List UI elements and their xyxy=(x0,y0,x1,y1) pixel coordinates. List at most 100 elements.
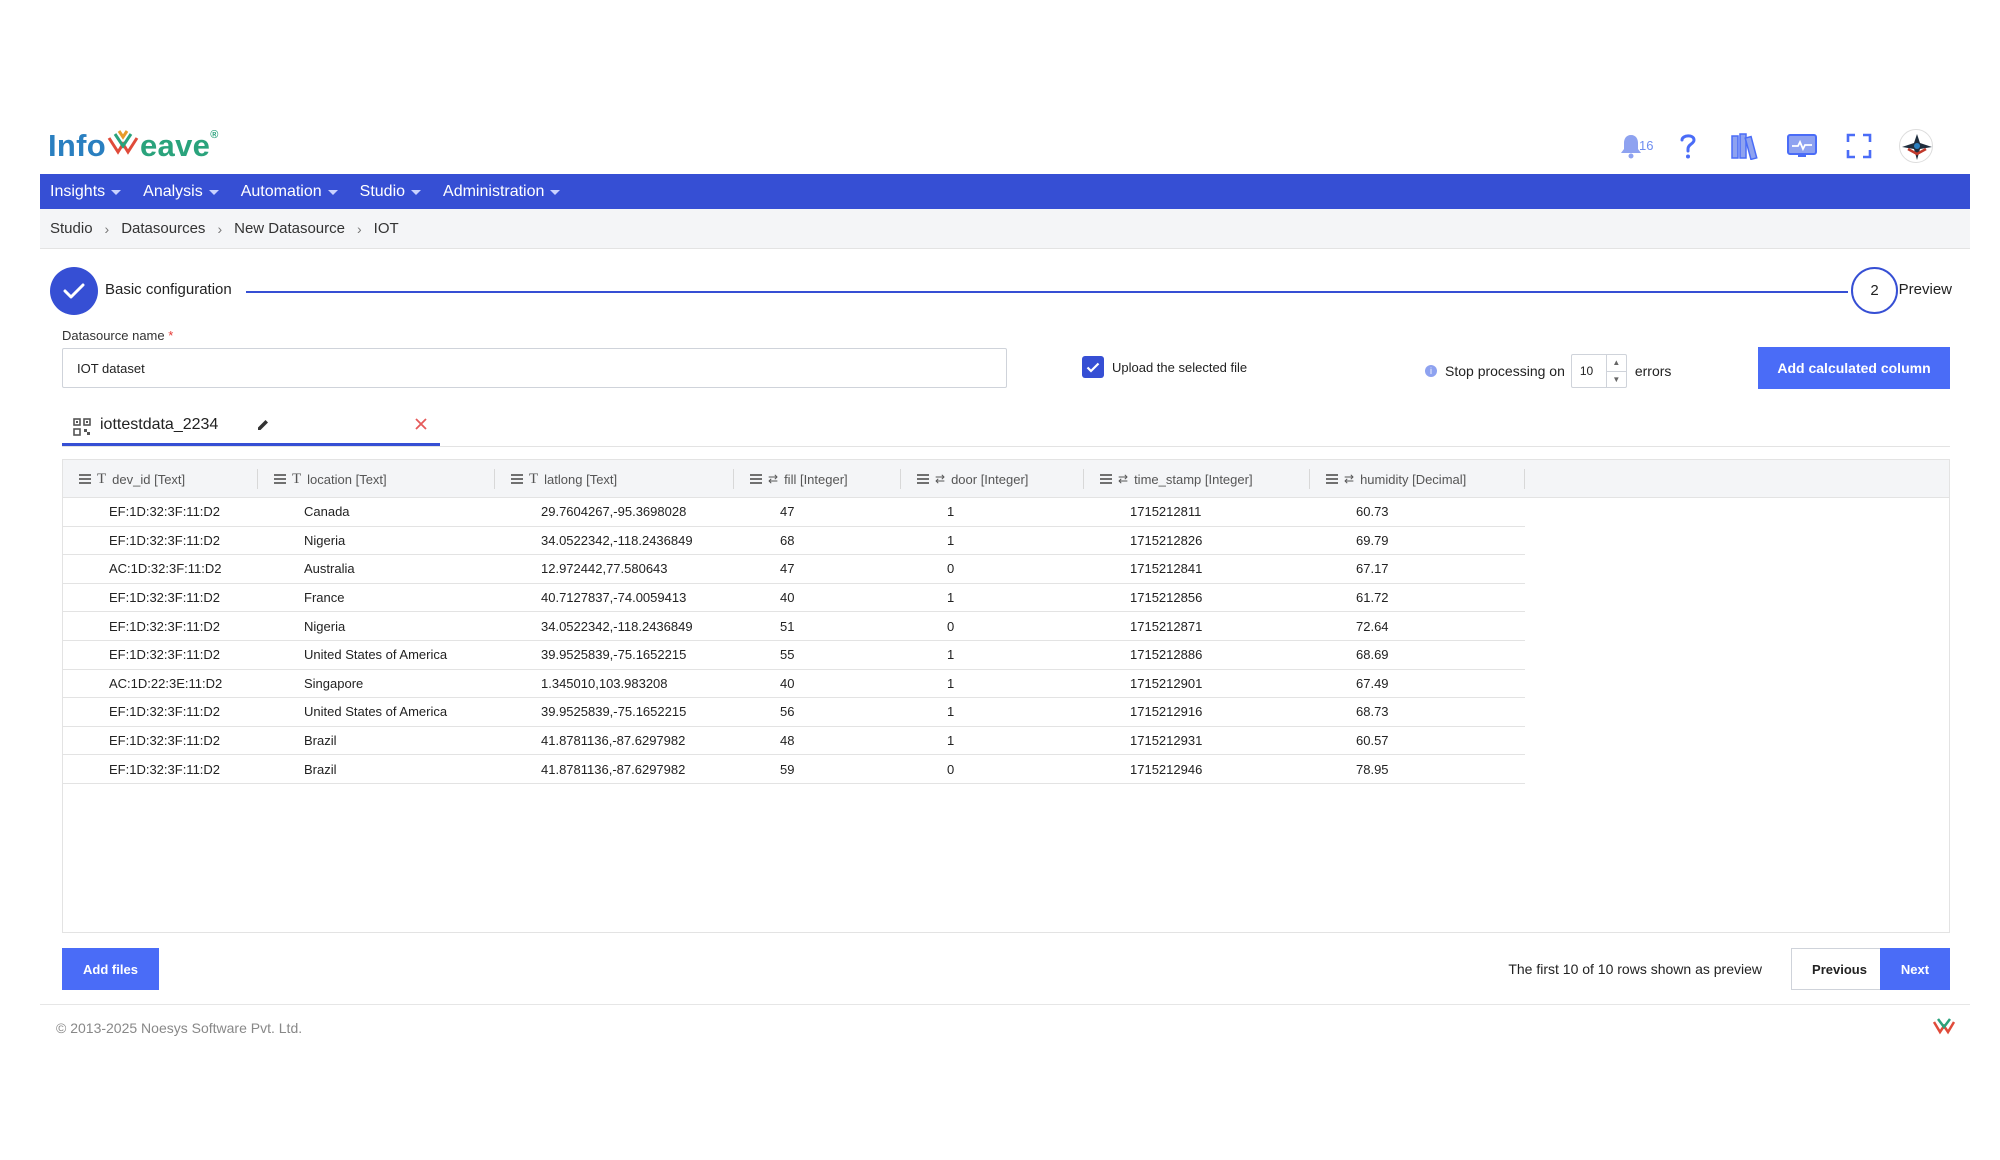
help-icon xyxy=(1680,134,1696,159)
table-cell: 47 xyxy=(780,504,795,520)
table-row[interactable]: EF:1D:32:3F:11:D2 Canada 29.7604267,-95.36… xyxy=(63,498,1525,527)
nav-label: Insights xyxy=(50,182,106,200)
table-row[interactable]: AC:1D:22:3E:11:D2 Singapore 1.345010,103.9… xyxy=(63,670,1525,699)
step1-complete-indicator[interactable] xyxy=(50,267,98,315)
nav-analysis[interactable]: Analysis xyxy=(143,183,219,201)
decrement-chevron-down-icon[interactable]: ▼ xyxy=(1606,370,1626,388)
table-row[interactable]: EF:1D:32:3F:11:D2 Brazil 41.8781136,-87.62… xyxy=(63,727,1525,756)
app-root: Info eave® 16 Insights Analysis Automati… xyxy=(40,118,1970,1036)
breadcrumb-new-datasource[interactable]: New Datasource xyxy=(234,220,345,237)
file-tab-name: iottestdata_2234 xyxy=(100,416,219,433)
table-cell: 1715212841 xyxy=(1130,561,1203,577)
error-limit-value[interactable]: 10 xyxy=(1572,355,1606,387)
pencil-icon[interactable] xyxy=(256,418,270,432)
table-cell: 1 xyxy=(947,532,955,548)
column-header-label: fill [Integer] xyxy=(784,471,848,487)
tab-divider xyxy=(62,446,1950,447)
add-calculated-column-button[interactable]: Add calculated column xyxy=(1758,347,1950,389)
info-icon[interactable]: i xyxy=(1425,365,1437,377)
upload-file-option[interactable]: Upload the selected file xyxy=(1082,356,1247,378)
table-cell: 29.7604267,-95.3698028 xyxy=(541,504,687,520)
table-cell: Nigeria xyxy=(304,532,346,548)
table-row[interactable]: EF:1D:32:3F:11:D2 United States of Americ… xyxy=(63,698,1525,727)
table-cell: 12.972442,77.580643 xyxy=(541,561,668,577)
number-type-icon: ⇄ xyxy=(1344,472,1355,486)
table-cell: Singapore xyxy=(304,675,364,691)
avatar-icon xyxy=(1901,134,1932,160)
table-row[interactable]: EF:1D:32:3F:11:D2 Brazil 41.8781136,-87.62… xyxy=(63,755,1525,784)
table-cell: 1715212931 xyxy=(1130,733,1203,749)
column-menu-icon[interactable] xyxy=(750,474,762,484)
upload-file-checkbox[interactable] xyxy=(1082,356,1104,378)
nav-automation[interactable]: Automation xyxy=(241,183,338,201)
table-cell: 39.9525839,-75.1652215 xyxy=(541,647,687,663)
user-menu-button[interactable] xyxy=(1887,128,1944,164)
table-cell: 61.72 xyxy=(1356,590,1389,606)
error-limit-stepper[interactable]: 10 ▲ ▼ xyxy=(1570,354,1627,388)
breadcrumb-datasources[interactable]: Datasources xyxy=(121,220,205,237)
table-cell: Brazil xyxy=(304,733,337,749)
qr-file-icon xyxy=(73,418,91,436)
datasource-name-label: Datasource name * xyxy=(62,328,173,343)
column-header[interactable]: ⇄ fill [Integer] xyxy=(734,460,901,498)
increment-chevron-up-icon[interactable]: ▲ xyxy=(1607,355,1626,371)
step2-indicator[interactable]: 2 xyxy=(1851,267,1898,314)
table-cell: 34.0522342,-118.2436849 xyxy=(541,532,693,548)
nav-label: Administration xyxy=(443,182,545,200)
nav-insights[interactable]: Insights xyxy=(50,182,122,201)
datasource-name-label-text: Datasource name xyxy=(62,328,165,343)
column-header[interactable]: ⇄ humidity [Decimal] xyxy=(1310,460,1525,498)
table-cell: EF:1D:32:3F:11:D2 xyxy=(109,733,221,749)
preview-note: The first 10 of 10 rows shown as preview xyxy=(1508,961,1762,977)
close-icon[interactable] xyxy=(414,417,428,431)
column-menu-icon[interactable] xyxy=(1326,474,1338,484)
brand-name-part2: eave xyxy=(140,128,211,163)
column-menu-icon[interactable] xyxy=(79,474,91,484)
table-row[interactable]: EF:1D:32:3F:11:D2 Nigeria 34.0522342,-118.… xyxy=(63,527,1525,556)
caret-down-icon xyxy=(550,190,561,195)
table-cell: 47 xyxy=(780,561,795,577)
column-menu-icon[interactable] xyxy=(274,474,286,484)
table-row[interactable]: AC:1D:32:3F:11:D2 Australia 12.972442,77.5… xyxy=(63,555,1525,584)
table-cell: 1 xyxy=(947,647,955,663)
column-header[interactable]: ⇄ time_stamp [Integer] xyxy=(1084,460,1310,498)
column-header[interactable]: Tlocation [Text] xyxy=(258,460,495,498)
previous-button[interactable]: Previous xyxy=(1791,948,1888,990)
column-menu-icon[interactable] xyxy=(511,474,523,484)
column-header-label: latlong [Text] xyxy=(544,471,618,487)
copyright-text: © 2013-2025 Noesys Software Pvt. Ltd. xyxy=(56,1020,303,1036)
table-cell: 40 xyxy=(780,590,795,606)
datasource-name-input[interactable] xyxy=(62,348,1007,388)
column-header[interactable]: Tlatlong [Text] xyxy=(495,460,734,498)
column-header[interactable]: Tdev_id [Text] xyxy=(63,460,258,498)
table-cell: United States of America xyxy=(304,647,448,663)
monitor-button[interactable] xyxy=(1773,128,1830,164)
table-row[interactable]: EF:1D:32:3F:11:D2 Nigeria 34.0522342,-118.… xyxy=(63,612,1525,641)
help-button[interactable] xyxy=(1659,128,1716,164)
nav-administration[interactable]: Administration xyxy=(443,182,561,201)
errors-label: errors xyxy=(1634,363,1672,379)
next-button[interactable]: Next xyxy=(1880,948,1950,990)
library-button[interactable] xyxy=(1716,128,1773,164)
notifications-button[interactable]: 16 xyxy=(1602,128,1659,164)
weave-logo-icon xyxy=(1932,1018,1956,1035)
breadcrumb-studio[interactable]: Studio xyxy=(50,220,93,237)
brand-logo[interactable]: Info eave® xyxy=(48,128,219,164)
table-row[interactable]: EF:1D:32:3F:11:D2 France 40.7127837,-74.00… xyxy=(63,584,1525,613)
table-cell: 0 xyxy=(947,761,955,777)
table-cell: EF:1D:32:3F:11:D2 xyxy=(109,504,221,520)
table-cell: Canada xyxy=(304,504,350,520)
column-menu-icon[interactable] xyxy=(917,474,929,484)
column-menu-icon[interactable] xyxy=(1100,474,1112,484)
table-cell: 1715212811 xyxy=(1130,504,1202,520)
fullscreen-button[interactable] xyxy=(1830,128,1887,164)
table-cell: 1 xyxy=(947,704,955,720)
column-header[interactable]: ⇄ door [Integer] xyxy=(901,460,1084,498)
table-cell: EF:1D:32:3F:11:D2 xyxy=(109,761,221,777)
table-cell: 0 xyxy=(947,618,955,634)
add-files-button[interactable]: Add files xyxy=(62,948,159,990)
column-divider[interactable] xyxy=(1524,469,1525,489)
nav-studio[interactable]: Studio xyxy=(360,183,422,201)
table-row[interactable]: EF:1D:32:3F:11:D2 United States of Americ… xyxy=(63,641,1525,670)
file-tab[interactable]: iottestdata_2234 xyxy=(62,406,440,446)
